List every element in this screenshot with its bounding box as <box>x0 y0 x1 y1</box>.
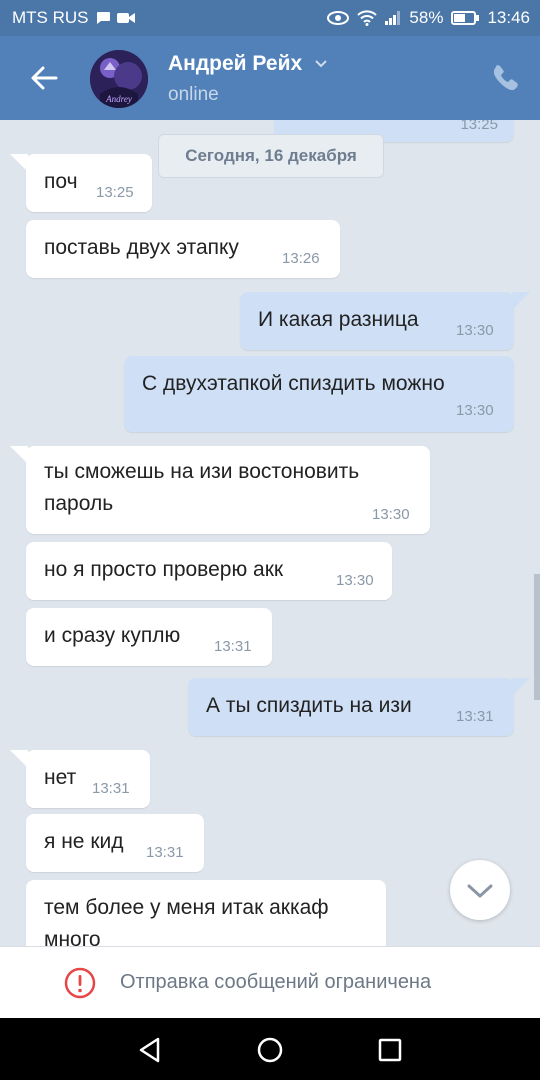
circle-home-icon <box>257 1037 283 1063</box>
battery-percent: 58% <box>409 8 444 27</box>
bubble-tail <box>512 292 530 310</box>
call-button[interactable] <box>488 62 520 94</box>
message-time: 13:31 <box>456 708 494 725</box>
message-bubble-incoming[interactable]: но я просто проверю акк 13:30 <box>26 542 392 600</box>
message-time: 13:30 <box>336 572 374 589</box>
nav-home-button[interactable] <box>254 1034 286 1066</box>
message-text: но я просто проверю акк <box>44 558 284 581</box>
message-text: я не кид <box>44 830 124 853</box>
message-text: ты сможешь на изи востоновить <box>44 460 360 483</box>
chat-notification-icon <box>96 12 110 24</box>
message-text-line-2: пароль <box>44 492 114 515</box>
message-time: 13:31 <box>146 844 184 861</box>
triangle-back-icon <box>139 1037 160 1063</box>
message-bubble-incoming[interactable]: нет 13:31 <box>26 750 150 808</box>
message-bubble-incoming[interactable]: ты сможешь на изи востоновить пароль 13:… <box>26 446 430 534</box>
chevron-down-icon <box>315 60 327 68</box>
message-time: 13:31 <box>92 780 130 797</box>
contact-name[interactable]: Андрей Рейх <box>168 52 328 76</box>
phone-icon <box>493 65 518 91</box>
chat-header: Andrey Андрей Рейх online <box>0 36 540 120</box>
avatar-image: Andrey <box>90 50 148 108</box>
warning-circle-icon <box>64 967 96 999</box>
message-time: 13:31 <box>214 638 252 655</box>
message-bubble-outgoing[interactable]: А ты спиздить на изи 13:31 <box>188 678 514 736</box>
message-bubble-outgoing[interactable]: С двухэтапкой спиздить можно 13:30 <box>124 356 514 432</box>
nav-recents-button[interactable] <box>374 1034 406 1066</box>
message-time: 13:30 <box>372 506 410 523</box>
message-bubble-incoming[interactable]: и сразу куплю 13:31 <box>26 608 272 666</box>
system-navigation-bar <box>0 1018 540 1080</box>
avatar[interactable]: Andrey <box>90 50 148 108</box>
message-bubble-incoming[interactable]: поставь двух этапку 13:26 <box>26 220 340 278</box>
message-list[interactable]: 13:25 Сегодня, 16 декабря поч 13:25 пост… <box>0 120 540 946</box>
message-text: тем более у меня итак аккаф <box>44 896 329 919</box>
back-button[interactable] <box>24 58 64 98</box>
message-text: поч <box>44 170 78 193</box>
svg-text:Andrey: Andrey <box>105 94 132 104</box>
message-text-line-2: много <box>44 928 101 946</box>
scrollbar-thumb[interactable] <box>534 574 540 700</box>
message-text: поставь двух этапку <box>44 236 239 259</box>
message-time: 13:25 <box>460 120 498 133</box>
signal-icon <box>385 11 401 25</box>
clock: 13:46 <box>487 8 530 27</box>
message-text: А ты спиздить на изи <box>206 694 412 717</box>
battery-icon <box>451 11 480 25</box>
message-bubble-incoming[interactable]: поч 13:25 <box>26 154 152 212</box>
message-bubble-incoming[interactable]: тем более у меня итак аккаф много <box>26 880 386 946</box>
carrier-label: MTS RUS <box>12 8 89 27</box>
bubble-tail <box>512 678 530 696</box>
presence-status: online <box>168 84 219 105</box>
message-time: 13:26 <box>282 250 320 267</box>
wifi-icon <box>357 10 378 26</box>
arrow-left-icon <box>31 66 58 90</box>
message-text: И какая разница <box>258 308 419 331</box>
video-notification-icon <box>116 13 135 23</box>
restriction-text: Отправка сообщений ограничена <box>120 971 432 993</box>
message-text: нет <box>44 766 77 789</box>
messaging-restricted-bar: Отправка сообщений ограничена <box>0 946 540 1019</box>
eye-icon <box>327 11 350 25</box>
chevron-down-icon <box>467 884 493 898</box>
scroll-to-bottom-button[interactable] <box>450 860 510 920</box>
message-bubble-incoming[interactable]: я не кид 13:31 <box>26 814 204 872</box>
message-time: 13:25 <box>96 184 134 201</box>
message-text: С двухэтапкой спиздить можно <box>142 372 445 395</box>
nav-back-button[interactable] <box>134 1034 166 1066</box>
message-time: 13:30 <box>456 322 494 339</box>
message-time: 13:30 <box>456 402 494 419</box>
square-recents-icon <box>378 1038 402 1062</box>
message-text: и сразу куплю <box>44 624 181 647</box>
status-bar: MTS RUS 58% 13:46 <box>0 0 540 36</box>
date-separator: Сегодня, 16 декабря <box>158 134 384 178</box>
message-bubble-outgoing[interactable]: И какая разница 13:30 <box>240 292 514 350</box>
